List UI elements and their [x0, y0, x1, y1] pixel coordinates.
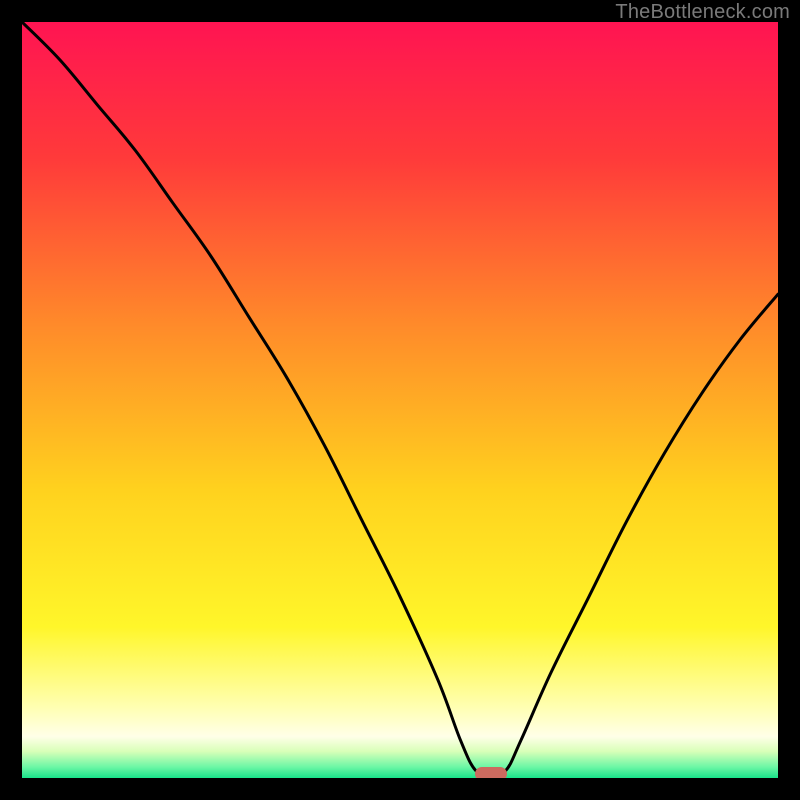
chart-container: TheBottleneck.com [0, 0, 800, 800]
optimal-marker [475, 767, 507, 778]
watermark-text: TheBottleneck.com [615, 1, 790, 24]
plot-area [22, 22, 778, 778]
bottleneck-curve [22, 22, 778, 778]
